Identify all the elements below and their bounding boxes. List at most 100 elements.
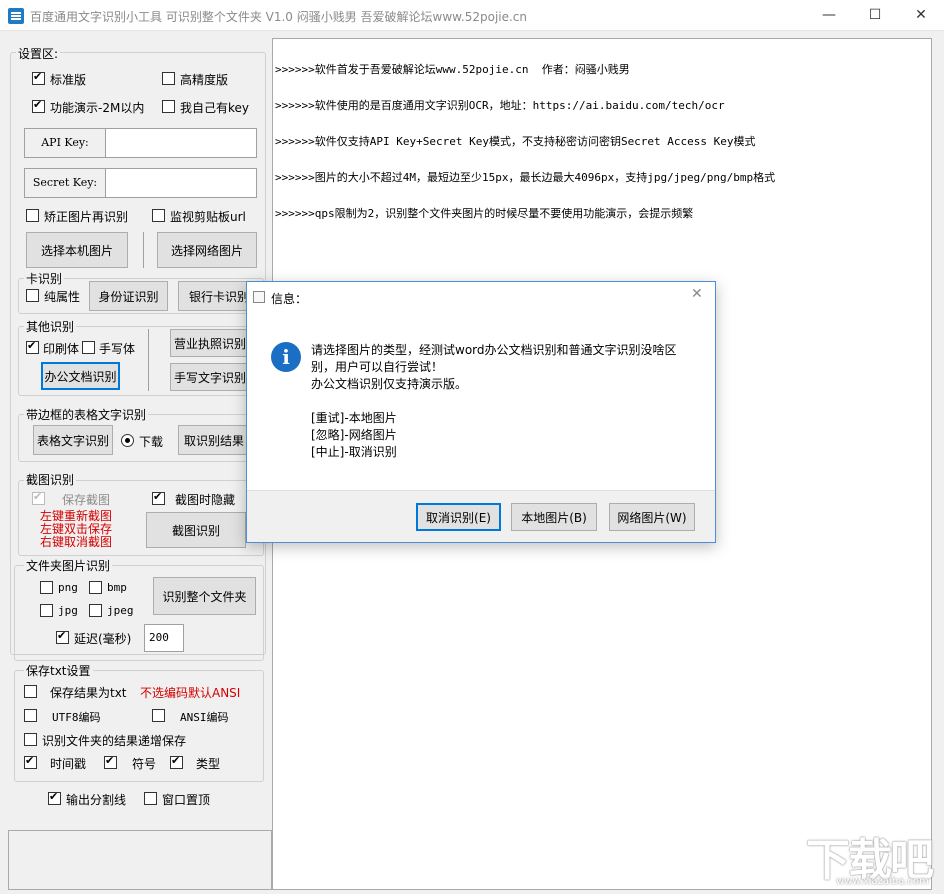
minimize-button[interactable]: — [806,0,852,31]
title-bar: 百度通用文字识别小工具 可识别整个文件夹 V1.0 闷骚小贱男 吾爱破解论坛ww… [0,0,944,31]
timestamp-label: 时间戳 [50,757,87,771]
correct-image-checkbox[interactable] [26,209,39,222]
info-icon: i [271,342,301,372]
demo-checkbox[interactable] [32,98,45,113]
ansi-label: ANSI编码 [180,711,229,724]
watermark-url: www.xiazaiba.com [836,876,929,887]
recognize-folder-button[interactable]: 识别整个文件夹 [153,577,256,615]
local-image-button[interactable]: 本地图片(B) [511,503,597,531]
save-screenshot-label: 保存截图 [62,493,111,507]
save-screenshot-checkbox[interactable] [32,490,45,505]
divider [148,329,149,391]
delay-label: 延迟(毫秒) [74,632,132,646]
maximize-button[interactable]: ☐ [852,0,898,31]
log-scrollbar[interactable] [934,38,944,894]
dialog-window-icon [253,291,265,303]
screenshot-group-label: 截图识别 [24,471,77,488]
close-button[interactable]: ✕ [898,0,944,31]
print-checkbox[interactable] [26,339,39,354]
cancel-recognition-button[interactable]: 取消识别(E) [416,503,501,531]
jpg-label: jpg [58,604,78,617]
incremental-label: 识别文件夹的结果递增保存 [42,734,187,748]
symbol-label: 符号 [132,757,157,771]
own-key-label: 我自己有key [180,101,250,115]
network-image-button[interactable]: 网络图片(W) [609,503,695,531]
secret-key-input[interactable] [105,168,257,198]
jpeg-label: jpeg [107,604,134,617]
status-panel [8,830,272,890]
office-doc-button[interactable]: 办公文档识别 [41,362,120,390]
api-key-label: API Key: [24,128,106,158]
select-network-image-button[interactable]: 选择网络图片 [157,232,257,268]
type-label: 类型 [196,757,221,771]
own-key-checkbox[interactable] [162,100,175,113]
dialog-title: 信息： [271,292,308,306]
utf8-label: UTF8编码 [52,711,101,724]
delay-input[interactable]: 200 [144,624,184,652]
dialog-option-line: [重试]-本地图片 [311,411,397,425]
settings-group-label: 设置区: [16,45,61,62]
hint-line: 右键取消截图 [40,535,113,549]
monitor-clipboard-checkbox[interactable] [152,209,165,222]
dialog-message-line: 别，用户可以自行尝试！ [311,360,444,374]
dialog-close-icon[interactable]: ✕ [691,286,703,302]
jpg-checkbox[interactable] [40,604,53,617]
standard-checkbox[interactable] [32,70,45,85]
hide-on-shot-checkbox[interactable] [152,490,165,505]
high-precision-checkbox[interactable] [162,72,175,85]
monitor-clipboard-label: 监视剪贴板url [170,210,246,224]
select-local-image-button[interactable]: 选择本机图片 [26,232,128,268]
utf8-checkbox[interactable] [24,709,37,722]
jpeg-checkbox[interactable] [89,604,102,617]
log-line: >>>>>>软件首发于吾爱破解论坛www.52pojie.cn 作者：闷骚小贱男 [275,63,630,76]
window-top-checkbox[interactable] [144,792,157,805]
output-divider-label: 输出分割线 [66,793,127,807]
png-label: png [58,581,78,594]
demo-label: 功能演示-2M以内 [50,101,145,115]
ansi-checkbox[interactable] [152,709,165,722]
output-divider-checkbox[interactable] [48,790,61,805]
pure-attr-checkbox[interactable] [26,289,39,302]
print-label: 印刷体 [43,342,80,356]
timestamp-checkbox[interactable] [24,754,37,769]
symbol-checkbox[interactable] [104,754,117,769]
save-txt-checkbox[interactable] [24,685,37,698]
get-result-button[interactable]: 取识别结果 [178,425,250,455]
bmp-checkbox[interactable] [89,581,102,594]
dialog-message-line: 请选择图片的类型，经测试word办公文档识别和普通文字识别没啥区 [311,343,677,357]
window-top-label: 窗口置顶 [162,793,211,807]
screenshot-recognize-button[interactable]: 截图识别 [146,512,246,548]
dialog-footer: 取消识别(E) 本地图片(B) 网络图片(W) [247,490,715,542]
screenshot-hints: 左键重新截图 左键双击保存 右键取消截图 [40,510,112,549]
card-group-label: 卡识别 [24,270,65,287]
handwriting-checkbox[interactable] [82,341,95,354]
hide-on-shot-label: 截图时隐藏 [175,493,236,507]
api-key-input[interactable] [105,128,257,158]
secret-key-label: Secret Key: [24,168,106,198]
dialog-option-line: [忽略]-网络图片 [311,428,397,442]
delay-checkbox[interactable] [56,629,69,644]
download-radio[interactable] [121,434,134,447]
log-line: >>>>>>软件使用的是百度通用文字识别OCR，地址：https://ai.ba… [275,99,725,112]
other-group-label: 其他识别 [24,318,77,335]
dialog-message-line: 办公文档识别仅支持演示版。 [311,377,468,391]
incremental-checkbox[interactable] [24,733,37,746]
divider [143,232,144,268]
table-text-button[interactable]: 表格文字识别 [33,425,113,455]
info-dialog: 信息： ✕ i 请选择图片的类型，经测试word办公文档识别和普通文字识别没啥区… [246,281,716,543]
business-license-button[interactable]: 营业执照识别 [170,329,250,357]
png-checkbox[interactable] [40,581,53,594]
type-checkbox[interactable] [170,754,183,769]
save-txt-label: 保存结果为txt [50,686,127,700]
app-icon [8,8,24,24]
table-group-label: 带边框的表格文字识别 [24,406,149,423]
save-group-label: 保存txt设置 [24,662,93,679]
id-card-button[interactable]: 身份证识别 [89,281,168,311]
bmp-label: bmp [107,581,127,594]
folder-group-label: 文件夹图片识别 [24,557,113,574]
handwriting-label: 手写体 [99,342,136,356]
window-title: 百度通用文字识别小工具 可识别整个文件夹 V1.0 闷骚小贱男 吾爱破解论坛ww… [30,10,528,24]
handwriting-text-button[interactable]: 手写文字识别 [170,363,250,391]
dialog-option-line: [中止]-取消识别 [311,445,397,459]
default-ansi-note: 不选编码默认ANSI [140,686,241,700]
